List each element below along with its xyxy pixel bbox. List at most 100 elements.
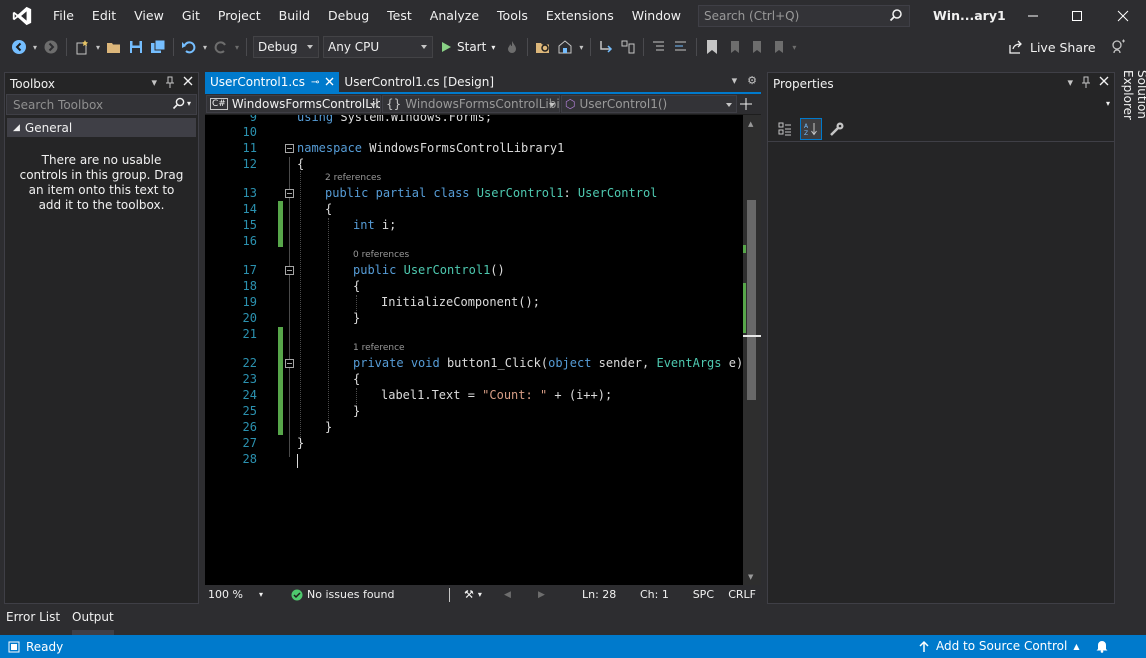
save-all-icon[interactable]: [147, 36, 169, 58]
navigate-back-icon[interactable]: [8, 36, 30, 58]
menu-item-window[interactable]: Window: [623, 0, 690, 32]
split-editor-icon[interactable]: [737, 98, 755, 110]
chevron-down-icon[interactable]: ▾: [789, 36, 799, 58]
menu-item-project[interactable]: Project: [209, 0, 270, 32]
tab-output[interactable]: Output: [68, 606, 118, 635]
open-folder-icon[interactable]: [103, 36, 125, 58]
categorized-view-icon[interactable]: [774, 118, 796, 140]
menu-item-edit[interactable]: Edit: [83, 0, 125, 32]
pin-tab-icon[interactable]: ⊸: [311, 77, 319, 88]
column-indicator[interactable]: Ch: 1: [640, 588, 674, 601]
next-issue-icon[interactable]: ▶: [538, 590, 582, 600]
member-dropdown[interactable]: ⬡ UserControl1(): [561, 95, 737, 113]
platform-value: Any CPU: [328, 40, 380, 54]
line-number: 26: [242, 420, 257, 434]
feedback-icon[interactable]: [1108, 36, 1130, 58]
collapse-icon[interactable]: [285, 359, 294, 368]
line-ending-indicator[interactable]: CRLF: [714, 588, 756, 601]
menu-item-extensions[interactable]: Extensions: [537, 0, 623, 32]
collapse-icon[interactable]: [285, 144, 294, 153]
navigate-forward-icon[interactable]: [40, 36, 62, 58]
properties-title: Properties: [773, 76, 834, 91]
chevron-down-icon[interactable]: ▾: [30, 36, 40, 58]
tab-usercontrol1-design[interactable]: UserControl1.cs [Design]: [339, 72, 499, 92]
menu-item-build[interactable]: Build: [270, 0, 319, 32]
line-indicator[interactable]: Ln: 28: [582, 588, 640, 601]
notifications-bell-icon[interactable]: [1095, 639, 1109, 656]
menu-item-test[interactable]: Test: [378, 0, 421, 32]
scroll-down-icon[interactable]: ▼: [748, 573, 753, 581]
visual-studio-logo-icon[interactable]: [0, 0, 44, 32]
toolbox-search-input[interactable]: Search Toolbox ▾: [6, 94, 197, 115]
toolbox-group-general[interactable]: ◢ General: [7, 118, 196, 137]
chevron-down-icon[interactable]: ▾: [93, 36, 103, 58]
property-pages-icon[interactable]: [826, 118, 848, 140]
vertical-scrollbar[interactable]: ▲ ▼: [743, 115, 761, 585]
comment-lines-icon[interactable]: [648, 36, 670, 58]
undo-icon[interactable]: [178, 36, 200, 58]
new-project-icon[interactable]: [71, 36, 93, 58]
codelens-references[interactable]: 2 references: [325, 173, 381, 183]
line-number: 19: [242, 295, 257, 309]
find-in-files-icon[interactable]: [532, 36, 554, 58]
live-share-button[interactable]: Live Share: [1008, 35, 1096, 59]
tab-error-list[interactable]: Error List: [2, 606, 64, 635]
previous-issue-icon[interactable]: ◀: [504, 590, 538, 600]
project-dropdown[interactable]: C# WindowsFormsControlLibi: [206, 95, 381, 113]
menu-item-tools[interactable]: Tools: [488, 0, 537, 32]
tab-usercontrol1-cs[interactable]: UserControl1.cs ⊸: [205, 72, 340, 92]
solution-platform-select[interactable]: Any CPU: [323, 36, 433, 58]
hot-reload-icon[interactable]: [501, 36, 523, 58]
pin-icon[interactable]: [1081, 76, 1091, 91]
collapse-icon[interactable]: [285, 189, 294, 198]
window-position-icon[interactable]: ▾: [1067, 76, 1073, 91]
codelens-references[interactable]: 0 references: [353, 250, 409, 260]
class-view-icon[interactable]: [617, 36, 639, 58]
alphabetical-view-icon[interactable]: AZ: [800, 117, 822, 140]
start-debugging-button[interactable]: Start ▾: [435, 40, 501, 54]
project-dropdown-value: WindowsFormsControlLibi: [231, 97, 381, 111]
step-into-icon[interactable]: [595, 36, 617, 58]
chevron-down-icon[interactable]: ▾: [232, 36, 242, 58]
browser-link-icon[interactable]: [554, 36, 576, 58]
chevron-down-icon[interactable]: ▾: [200, 36, 210, 58]
bookmark-icon[interactable]: [701, 36, 723, 58]
tab-list-dropdown-icon[interactable]: ▾: [732, 74, 738, 87]
save-icon[interactable]: [125, 36, 147, 58]
menu-item-git[interactable]: Git: [173, 0, 209, 32]
redo-icon[interactable]: [210, 36, 232, 58]
solution-configuration-select[interactable]: Debug: [253, 36, 319, 58]
object-selector-dropdown[interactable]: ▾: [768, 94, 1114, 116]
scrollbar-thumb[interactable]: [747, 200, 756, 400]
previous-bookmark-icon[interactable]: [723, 36, 745, 58]
menu-item-view[interactable]: View: [125, 0, 173, 32]
spacing-indicator[interactable]: SPC: [674, 588, 714, 601]
menu-item-analyze[interactable]: Analyze: [421, 0, 488, 32]
menu-item-file[interactable]: File: [44, 0, 83, 32]
window-position-icon[interactable]: ▾: [151, 76, 157, 91]
clear-bookmarks-icon[interactable]: [767, 36, 789, 58]
minimize-button[interactable]: [1011, 0, 1055, 32]
chevron-down-icon[interactable]: ▾: [576, 36, 586, 58]
collapse-icon[interactable]: [285, 266, 294, 275]
solution-explorer-tab[interactable]: Solution Explorer: [1118, 70, 1146, 170]
issues-indicator[interactable]: No issues found: [291, 588, 449, 601]
codelens-references[interactable]: 1 reference: [353, 343, 405, 353]
type-dropdown[interactable]: {} WindowsFormsControlLibi: [382, 95, 560, 113]
scroll-up-icon[interactable]: ▲: [748, 120, 753, 128]
close-window-button[interactable]: [1101, 0, 1145, 32]
maximize-button[interactable]: [1055, 0, 1099, 32]
uncomment-lines-icon[interactable]: [670, 36, 692, 58]
add-to-source-control-button[interactable]: Add to Source Control ▲: [918, 639, 1079, 653]
close-tab-icon[interactable]: [325, 75, 334, 89]
gear-icon[interactable]: ⚙: [747, 74, 757, 87]
zoom-select[interactable]: 100 % ▾: [205, 588, 263, 601]
pin-icon[interactable]: [165, 76, 175, 91]
close-icon[interactable]: [1099, 76, 1109, 91]
next-bookmark-icon[interactable]: [745, 36, 767, 58]
menu-item-debug[interactable]: Debug: [319, 0, 378, 32]
code-text-area[interactable]: 9 10 11 12 13 14 15 16 17 18 19 20 21 22…: [205, 115, 743, 585]
search-input[interactable]: Search (Ctrl+Q): [698, 5, 910, 27]
code-cleanup-button[interactable]: ⚒ ▾: [464, 588, 504, 601]
close-icon[interactable]: [183, 76, 193, 91]
